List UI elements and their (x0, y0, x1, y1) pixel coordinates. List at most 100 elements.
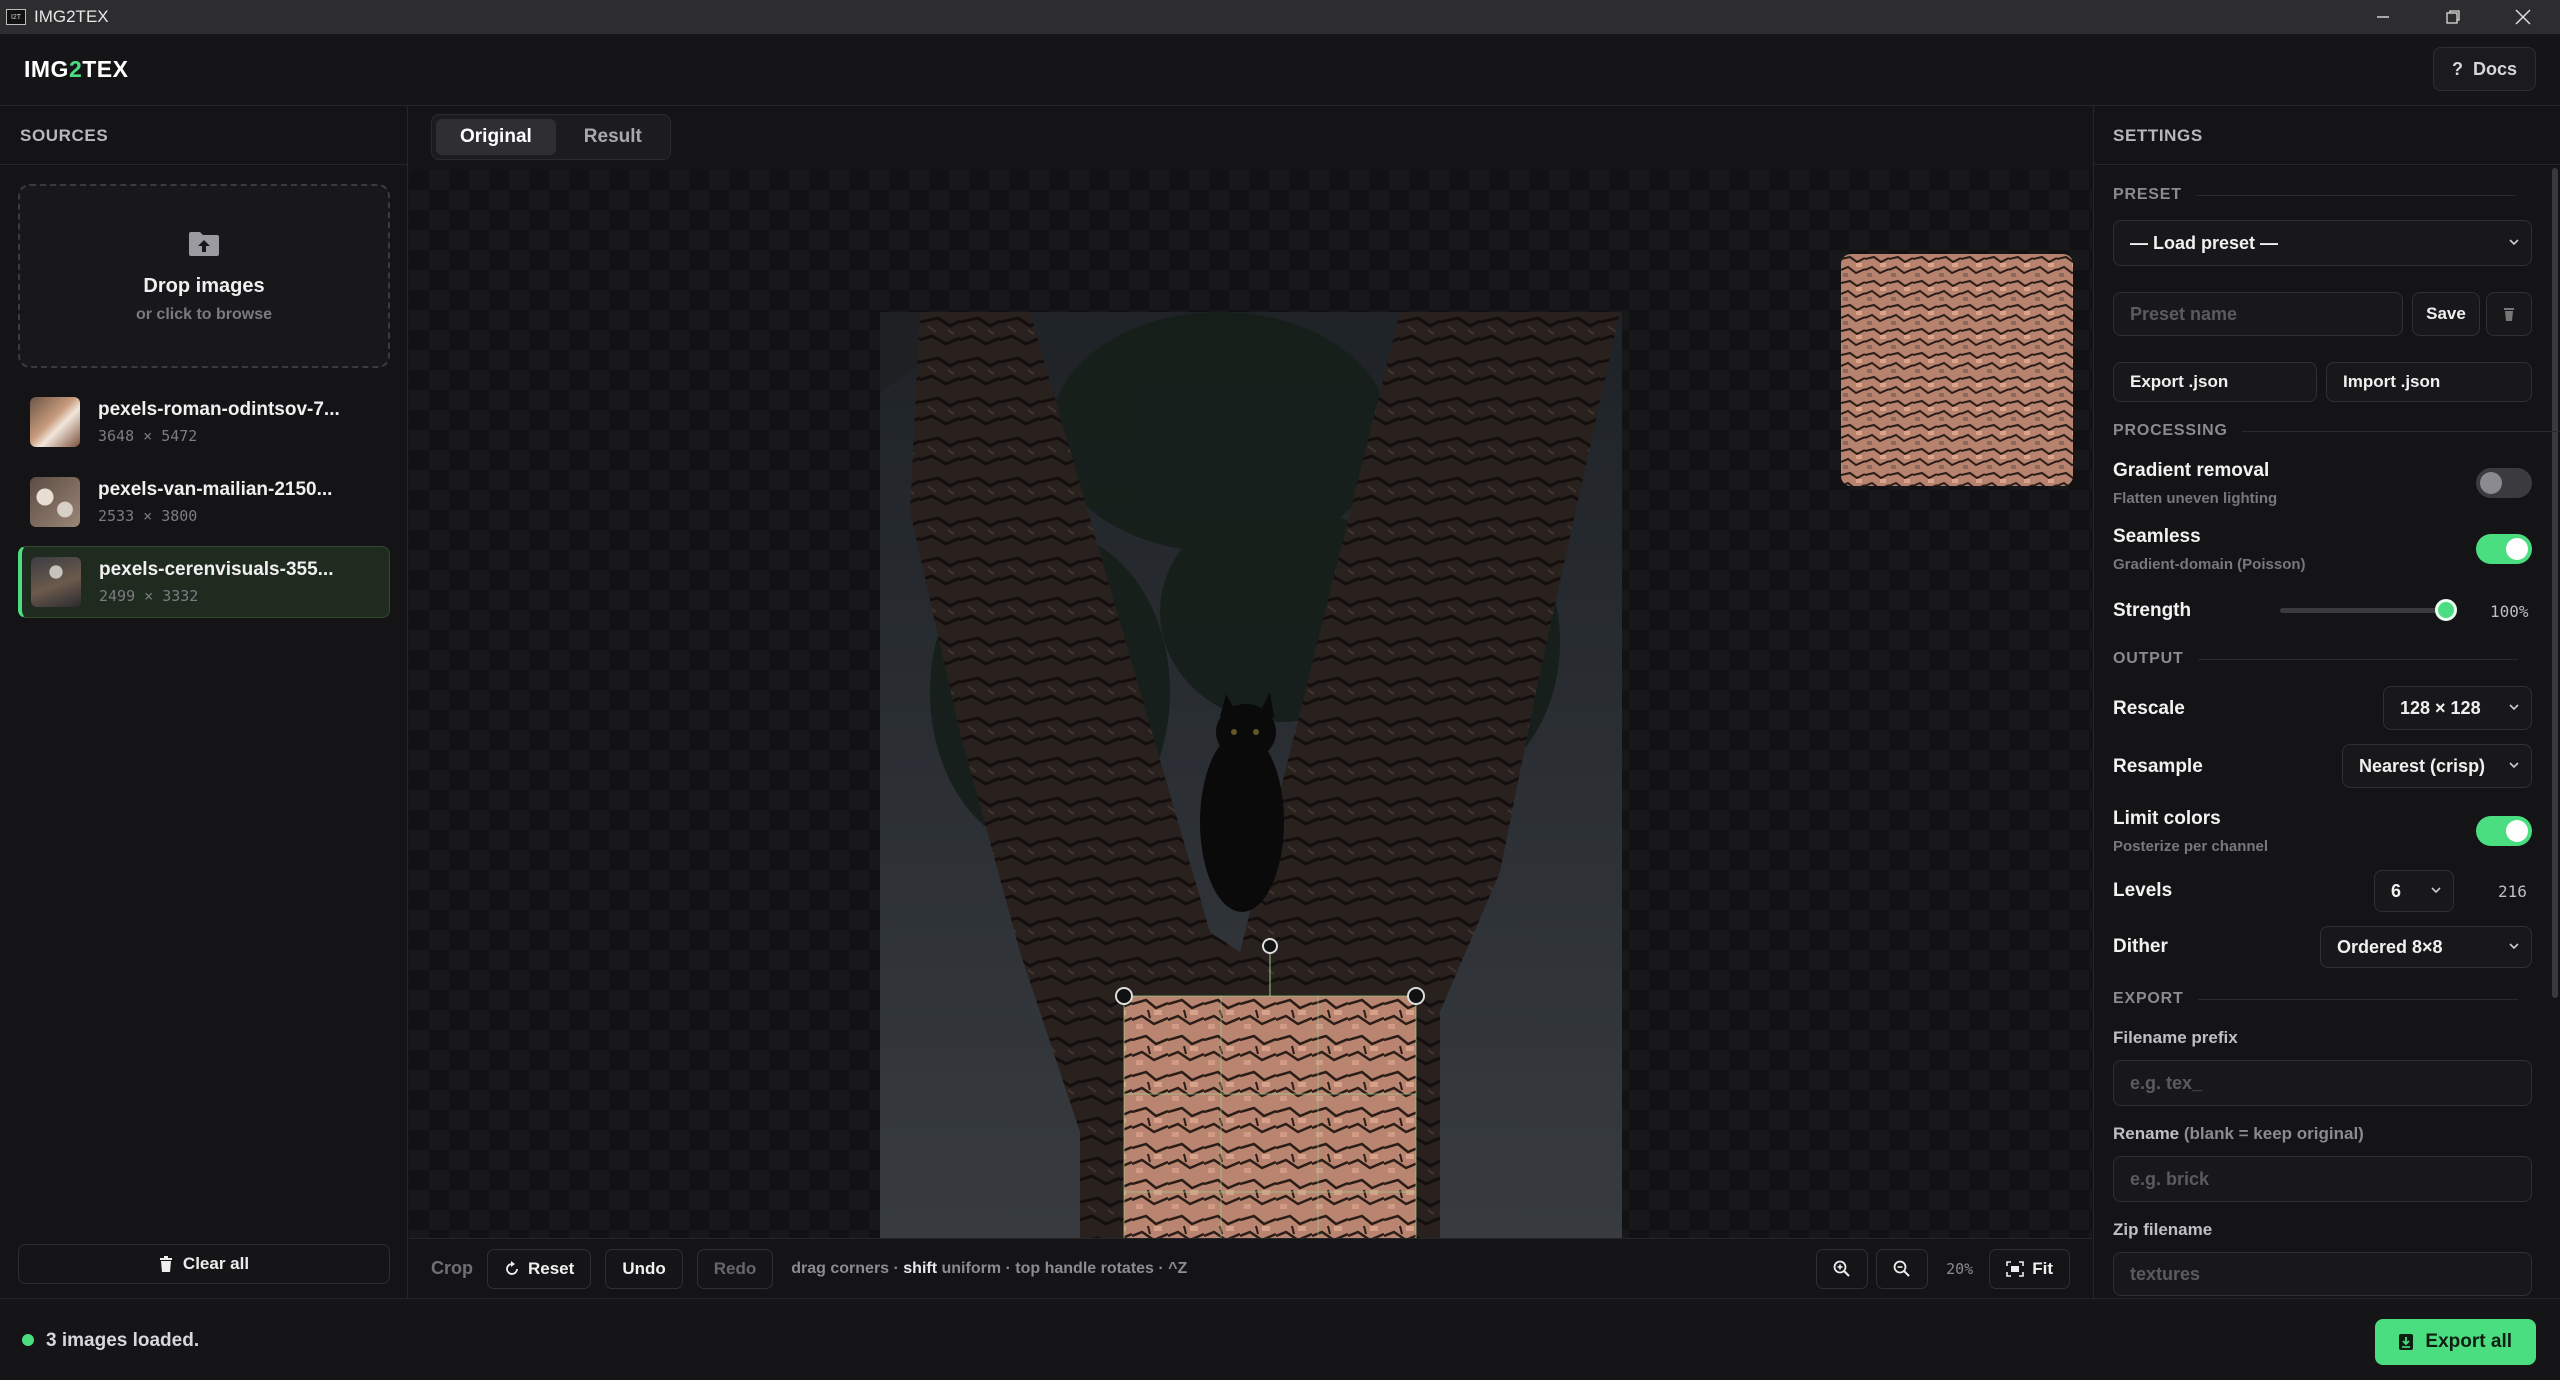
file-item[interactable]: pexels-roman-odintsov-7... 3648 × 5472 (18, 386, 390, 458)
file-item-selected[interactable]: pexels-cerenvisuals-355... 2499 × 3332 (18, 546, 390, 618)
export-json-label: Export .json (2130, 372, 2229, 391)
zip-filename-input[interactable]: textures (2113, 1252, 2532, 1296)
resample-value: Nearest (crisp) (2359, 755, 2486, 776)
settings-panel: SETTINGS PRESET — Load preset — Preset n… (2093, 106, 2560, 1298)
chevron-down-icon (2509, 762, 2519, 769)
rescale-label: Rescale (2113, 698, 2185, 719)
preset-name-input[interactable]: Preset name (2113, 292, 2403, 336)
limit-colors-label: Limit colors (2113, 808, 2221, 829)
tab-original[interactable]: Original (436, 119, 556, 155)
preset-heading: PRESET (2113, 186, 2516, 204)
gradient-removal-toggle[interactable] (2476, 468, 2532, 498)
app-logo: IMG2TEX (24, 56, 129, 82)
divider (0, 164, 408, 165)
redo-label: Redo (713, 1258, 757, 1278)
file-thumbnail (31, 557, 81, 607)
app-header: IMG2TEX ? Docs (0, 34, 2560, 106)
status-bar: 3 images loaded. Export all (0, 1298, 2560, 1380)
view-tabs: Original Result (431, 114, 671, 160)
dither-select[interactable]: Ordered 8×8 (2320, 926, 2532, 968)
preset-name-placeholder: Preset name (2130, 303, 2238, 324)
rename-input[interactable]: e.g. brick (2113, 1156, 2532, 1202)
zoom-out-icon (1893, 1260, 1910, 1277)
resample-label: Resample (2113, 756, 2203, 777)
import-json-label: Import .json (2343, 372, 2441, 391)
zoom-in-icon (1833, 1260, 1850, 1277)
fit-label: Fit (2032, 1259, 2053, 1278)
trash-icon (159, 1256, 172, 1272)
settings-scrollbar[interactable] (2552, 168, 2558, 998)
output-heading: OUTPUT (2113, 650, 2518, 668)
toggle-knob (2506, 820, 2528, 842)
drop-zone[interactable]: Drop images or click to browse (18, 184, 390, 368)
minimize-icon (2377, 16, 2389, 18)
save-label: Save (2426, 304, 2466, 323)
app-icon: I2T (6, 9, 26, 25)
image-canvas[interactable] (409, 170, 2092, 1302)
result-preview-thumbnail[interactable] (1841, 254, 2073, 486)
window-title: IMG2TEX (34, 7, 109, 26)
close-button[interactable] (2488, 0, 2558, 34)
export-json-button[interactable]: Export .json (2113, 362, 2317, 402)
undo-label: Undo (622, 1258, 666, 1278)
restore-button[interactable] (2418, 0, 2488, 34)
load-preset-value: — Load preset — (2130, 232, 2279, 253)
export-all-label: Export all (2425, 1331, 2512, 1352)
save-preset-button[interactable]: Save (2412, 292, 2480, 336)
drop-subtitle: or click to browse (135, 305, 273, 323)
seamless-label: Seamless (2113, 526, 2201, 547)
limit-colors-toggle[interactable] (2476, 816, 2532, 846)
clear-all-button[interactable]: Clear all (18, 1244, 390, 1284)
strength-slider-thumb[interactable] (2435, 599, 2457, 621)
filename-prefix-input[interactable]: e.g. tex_ (2113, 1060, 2532, 1106)
strength-slider[interactable] (2280, 608, 2446, 613)
crop-hint: drag corners · shift uniform · top handl… (791, 1259, 1188, 1277)
strength-label: Strength (2113, 600, 2192, 621)
download-icon (2399, 1334, 2414, 1350)
delete-preset-button[interactable] (2486, 292, 2532, 336)
undo-button[interactable]: Undo (605, 1248, 683, 1289)
resample-select[interactable]: Nearest (crisp) (2342, 744, 2532, 788)
docs-button[interactable]: ? Docs (2432, 47, 2536, 91)
levels-value: 6 (2391, 880, 2402, 901)
file-item[interactable]: pexels-van-mailian-2150... 2533 × 3800 (18, 466, 390, 538)
dither-label: Dither (2113, 936, 2168, 957)
import-json-button[interactable]: Import .json (2326, 362, 2532, 402)
tab-result[interactable]: Result (560, 119, 666, 155)
clear-all-label: Clear all (182, 1254, 250, 1273)
file-list: pexels-roman-odintsov-7... 3648 × 5472 p… (18, 386, 390, 626)
zoom-out-button[interactable] (1876, 1249, 1929, 1289)
zip-filename-label: Zip filename (2113, 1220, 2213, 1239)
export-all-button[interactable]: Export all (2375, 1319, 2536, 1365)
chevron-down-icon (2431, 887, 2441, 894)
zoom-level: 20% (1946, 1260, 1974, 1278)
levels-select[interactable]: 6 (2374, 870, 2454, 912)
file-name: pexels-van-mailian-2150... (98, 479, 333, 500)
chevron-down-icon (2509, 704, 2519, 711)
rename-label: Rename (blank = keep original) (2113, 1124, 2364, 1143)
fit-button[interactable]: Fit (1989, 1249, 2070, 1289)
docs-label: Docs (2472, 58, 2517, 79)
seamless-sub: Gradient-domain (Poisson) (2113, 556, 2306, 573)
status-text: 3 images loaded. (46, 1330, 200, 1351)
load-preset-select[interactable]: — Load preset — (2113, 220, 2532, 266)
minimize-button[interactable] (2348, 0, 2418, 34)
settings-title: SETTINGS (2113, 126, 2203, 145)
chevron-down-icon (2509, 239, 2519, 246)
reset-icon (506, 1260, 518, 1275)
close-icon (2515, 9, 2531, 25)
reset-button[interactable]: Reset (487, 1248, 592, 1289)
zoom-in-button[interactable] (1816, 1249, 1869, 1289)
seamless-toggle[interactable] (2476, 534, 2532, 564)
file-thumbnail (30, 477, 80, 527)
rescale-select[interactable]: 128 × 128 (2383, 686, 2532, 730)
filename-prefix-placeholder: e.g. tex_ (2130, 1072, 2203, 1093)
redo-button[interactable]: Redo (696, 1248, 774, 1289)
zoom-controls: 20% Fit (1808, 1249, 2070, 1289)
dither-value: Ordered 8×8 (2337, 936, 2443, 957)
levels-color-count: 216 (2498, 882, 2527, 901)
processing-heading: PROCESSING (2113, 422, 2560, 440)
upload-folder-icon (189, 231, 219, 256)
source-image[interactable] (880, 312, 1622, 1302)
file-thumbnail (30, 397, 80, 447)
